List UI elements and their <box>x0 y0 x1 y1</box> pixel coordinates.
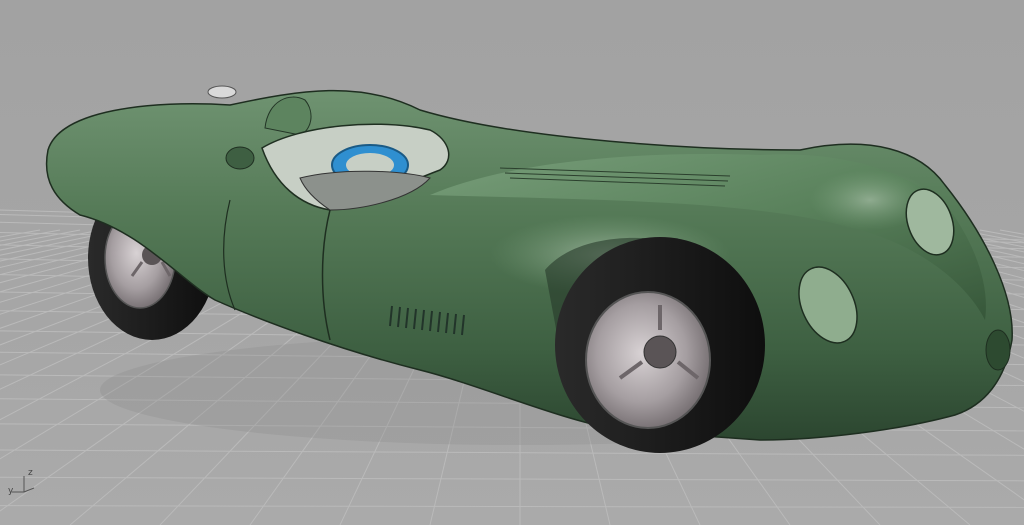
axis-z-label: z <box>28 468 33 478</box>
axis-gizmo-icon: z y <box>6 466 38 498</box>
perspective-viewport[interactable]: z y <box>0 0 1024 525</box>
scene-canvas[interactable] <box>0 0 1024 525</box>
nose-intake <box>985 329 1011 371</box>
fuel-cap-icon <box>207 85 237 99</box>
axis-y-label: y <box>8 486 14 496</box>
front-hub-icon <box>643 335 677 369</box>
front-wheel[interactable] <box>555 237 765 453</box>
rear-badge <box>225 146 255 170</box>
